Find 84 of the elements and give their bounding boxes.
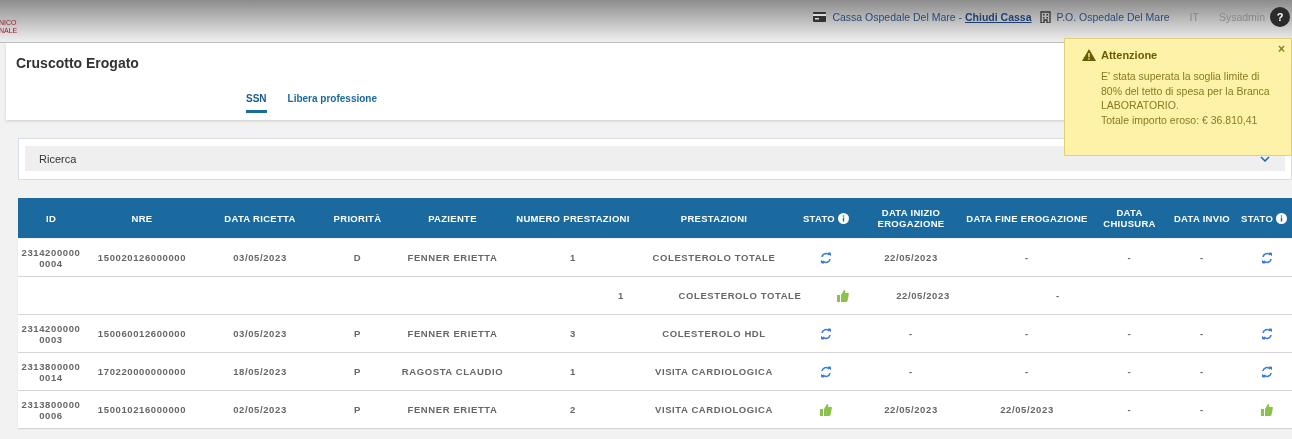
table-cell-text: 22/05/2023 <box>883 404 939 415</box>
table-cell-text: 22/05/2023 <box>999 404 1055 415</box>
close-button[interactable]: × <box>1278 42 1285 56</box>
column-header: NRE <box>130 212 154 224</box>
table-cell: 2313800000 0006 <box>20 398 82 421</box>
column-header: DATA FINE EROGAZIONE <box>965 212 1089 224</box>
table-cell-text: P <box>353 328 362 339</box>
table-cell-text: - <box>1024 328 1030 339</box>
table-cell-text: 150060012600000 <box>96 328 188 339</box>
table-cell-text: - <box>1199 366 1205 377</box>
column-header: ID <box>44 212 58 224</box>
close-cash-link[interactable]: Chiudi Cassa <box>965 11 1032 23</box>
table-cell-text: 150020126000000 <box>96 252 188 263</box>
tab[interactable]: Libera professione <box>287 93 378 113</box>
table-row[interactable]: 2313800000 0006 150010216000000 02/05/2023 P FENNER ERIETTA 2 VISITA CARDIOLOGICA 22/05/2023 22/05/2023 - - <box>18 391 1292 428</box>
search-accordion[interactable]: Ricerca <box>25 146 1285 171</box>
page-title: Cruscotto Erogato <box>16 54 139 71</box>
table-cell-text: 1 <box>617 290 625 301</box>
column-header: NUMERO PRESTAZIONI <box>515 212 631 224</box>
table-cell-text: 02/05/2023 <box>232 404 288 415</box>
table-cell-text: 3 <box>569 328 577 339</box>
table-cell-text: - <box>1126 252 1133 263</box>
column-header: DATA RICETTA <box>223 212 297 224</box>
info-icon <box>1276 212 1288 224</box>
chevron-icon <box>1260 155 1270 162</box>
toast-total: Totale importo eroso: € 36.810,41 <box>1101 112 1259 127</box>
column-header: DATA INIZIO EROGAZIONE <box>876 207 946 229</box>
column-header: DATA CHIUSURA <box>1102 207 1157 229</box>
table-cell-text: FENNER ERIETTA <box>406 328 499 339</box>
building-icon <box>1039 11 1051 23</box>
column-header: PRESTAZIONI <box>679 212 749 224</box>
table-cell-text: FENNER ERIETTA <box>406 252 499 263</box>
table-cell-text: - <box>1126 366 1133 377</box>
column-header: DATA INVIO <box>1172 212 1232 224</box>
tab[interactable]: SSN <box>246 93 267 113</box>
table-cell-text: RAGOSTA CLAUDIO <box>400 366 505 377</box>
table-cell-text: - <box>1199 328 1205 339</box>
credit-card-icon <box>813 12 827 22</box>
table-cell-text: 170220000000000 <box>96 366 188 377</box>
table-cell-text: COLESTEROLO HDL <box>661 328 767 339</box>
cash-desk-label: Cassa Ospedale Del Mare - <box>832 11 962 23</box>
table-cell-text: - <box>1024 252 1030 263</box>
table-row[interactable]: 2314200000 0003 150060012600000 03/05/2023 P FENNER ERIETTA 3 COLESTEROLO HDL - - - - <box>18 315 1292 352</box>
toast-title: Attenzione <box>1101 49 1159 61</box>
table-cell-text: VISITA CARDIOLOGICA <box>654 404 774 415</box>
table-cell-text: - <box>1024 366 1030 377</box>
table-row[interactable]: 1 COLESTEROLO TOTALE 22/05/2023 - <box>18 277 1292 314</box>
column-header: STATO <box>792 212 860 224</box>
table-cell-text: COLESTEROLO TOTALE <box>677 290 803 301</box>
table-cell-text: P <box>353 404 362 415</box>
table-cell-text: 18/05/2023 <box>232 366 288 377</box>
table-cell-text: D <box>352 252 363 263</box>
table-cell-text: VISITA CARDIOLOGICA <box>654 366 774 377</box>
table-cell-text: 03/05/2023 <box>232 252 288 263</box>
table-cell-text: - <box>1055 290 1061 301</box>
table-cell-text: 2 <box>569 404 577 415</box>
table-cell-text: - <box>908 328 914 339</box>
table-cell-text: 22/05/2023 <box>883 252 939 263</box>
table-cell-text: - <box>1199 404 1205 415</box>
table-cell-text: - <box>908 366 914 377</box>
column-header: PAZIENTE <box>427 212 478 224</box>
table-cell-text: COLESTEROLO TOTALE <box>651 252 777 263</box>
table-cell: 2313800000 0014 <box>20 360 82 383</box>
column-header: STATO <box>1237 212 1292 224</box>
table-cell-text: 150010216000000 <box>96 404 188 415</box>
table-cell-text: 22/05/2023 <box>895 290 951 301</box>
table-cell-text: 03/05/2023 <box>232 328 288 339</box>
table-cell-text: - <box>1199 252 1205 263</box>
table-cell-text: FENNER ERIETTA <box>406 404 499 415</box>
table-row[interactable]: 2314200000 0004 150020126000000 03/05/2023 D FENNER ERIETTA 1 COLESTEROLO TOTALE 22/05/2023 - - - <box>18 239 1292 276</box>
table-cell-text: - <box>1126 328 1133 339</box>
facility-label: P.O. Ospedale Del Mare <box>1056 11 1170 23</box>
help-button[interactable]: ? <box>1270 7 1290 27</box>
toast-message: E' stata superata la soglia limite di 80% del tetto di spesa per la Branca LABORATORIO. <box>1101 69 1271 113</box>
table-cell-text: 1 <box>569 366 577 377</box>
table-cell: 2314200000 0004 <box>20 246 82 269</box>
table-row[interactable]: 2313800000 0014 170220000000000 18/05/2023 P RAGOSTA CLAUDIO 1 VISITA CARDIOLOGICA - - - - <box>18 353 1292 390</box>
column-header: PRIORITÀ <box>332 212 383 224</box>
table-cell-text: P <box>353 366 362 377</box>
info-icon <box>838 212 850 224</box>
table-cell: 2314200000 0003 <box>20 322 82 345</box>
table-cell-text: 1 <box>569 252 577 263</box>
table-cell-text: - <box>1126 404 1133 415</box>
warning-icon <box>1082 49 1096 61</box>
